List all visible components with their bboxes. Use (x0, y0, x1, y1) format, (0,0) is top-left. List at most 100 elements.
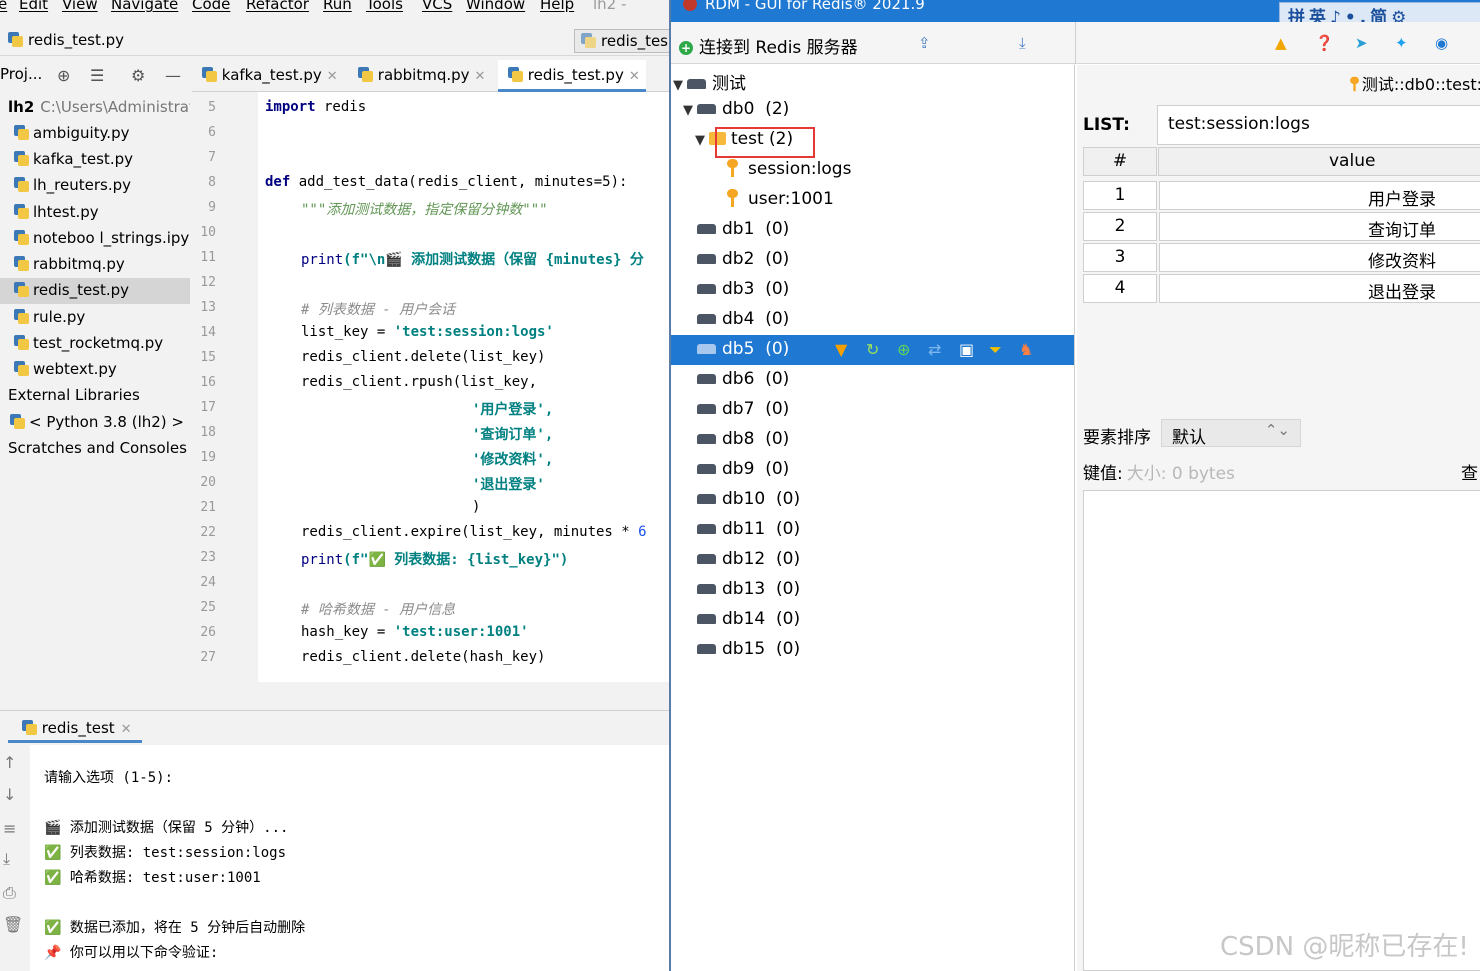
close-icon[interactable]: ✕ (475, 69, 486, 84)
db-node-db0[interactable]: ▼ db0 (2) (671, 95, 1074, 125)
sort-select[interactable]: 默认 ⌃⌄ (1161, 419, 1301, 448)
add-key-icon[interactable]: ⊕ (897, 340, 910, 359)
panel-divider[interactable] (0, 697, 669, 711)
tree-file[interactable]: test_rocketmq.py (0, 331, 190, 357)
db-node-db1[interactable]: db1 (0) (671, 215, 1074, 245)
telegram-icon[interactable]: ➤ (1355, 34, 1368, 52)
menu-navigate[interactable]: Navigate (111, 0, 178, 13)
hide-icon[interactable]: — (165, 66, 181, 85)
tree-file[interactable]: rule.py (0, 305, 190, 331)
menu-tools[interactable]: Tools (366, 0, 403, 13)
locate-icon[interactable]: ⊕ (57, 66, 70, 85)
tree-file[interactable]: ambiguity.py (0, 121, 190, 147)
menu-code[interactable]: Code (192, 0, 230, 13)
gear-icon[interactable]: ⚙ (131, 66, 145, 85)
key-tab[interactable]: 测试::db0::test: (1349, 71, 1480, 95)
db-node-db3[interactable]: db3 (0) (671, 275, 1074, 305)
key-name-field[interactable]: test:session:logs (1157, 105, 1480, 145)
column-header-index[interactable]: # (1083, 147, 1157, 176)
scroll-to-end-icon[interactable]: ⤓ (3, 849, 10, 869)
soft-wrap-icon[interactable]: ≡ (3, 819, 16, 838)
run-tab[interactable]: redis_test ✕ (8, 711, 142, 743)
db-node-db12[interactable]: db12 (0) (671, 545, 1074, 575)
menu-run[interactable]: Run (323, 0, 352, 13)
reload-icon[interactable]: ↻ (866, 340, 879, 359)
menu-refactor[interactable]: Refactor (246, 0, 309, 13)
db-node-db15[interactable]: db15 (0) (671, 635, 1074, 665)
db-node-db2[interactable]: db2 (0) (671, 245, 1074, 275)
console-output[interactable]: 请输入选项 (1-5): 🎬 添加测试数据（保留 5 分钟）... ✅ 列表数据… (30, 745, 669, 971)
bulk-ops-icon[interactable]: ⇄ (928, 340, 941, 359)
row-value[interactable]: 用户登录 (1159, 181, 1480, 210)
db-node-db14[interactable]: db14 (0) (671, 605, 1074, 635)
close-icon[interactable]: ✕ (629, 69, 640, 84)
filter-icon[interactable]: ▼ (835, 340, 847, 359)
connection-node[interactable]: ▼ 测试 (671, 65, 1074, 95)
tree-file[interactable]: noteboo l_strings.ipyr (0, 226, 190, 252)
key-node[interactable]: user:1001 (671, 185, 1074, 215)
tree-file[interactable]: lh_reuters.py (0, 173, 190, 199)
db-node-db6[interactable]: db6 (0) (671, 365, 1074, 395)
db-node-db8[interactable]: db8 (0) (671, 425, 1074, 455)
menu-file[interactable]: e (0, 0, 7, 13)
db-node-db13[interactable]: db13 (0) (671, 575, 1074, 605)
menu-view[interactable]: View (62, 0, 98, 13)
db-node-db5[interactable]: db5 (0) ▼ ↻ ⊕ ⇄ ▣ ⏷ ♞ (671, 335, 1074, 365)
db-node-db11[interactable]: db11 (0) (671, 515, 1074, 545)
row-index[interactable]: 3 (1083, 243, 1157, 272)
db-node-db4[interactable]: db4 (0) (671, 305, 1074, 335)
row-index[interactable]: 1 (1083, 181, 1157, 210)
console-icon[interactable]: ▣ (959, 340, 974, 359)
menu-help[interactable]: Help (540, 0, 574, 13)
flush-icon[interactable]: ⏷ (989, 340, 1002, 360)
tree-file-selected[interactable]: redis_test.py (0, 278, 190, 304)
key-node[interactable]: session:logs (671, 155, 1074, 185)
menu-edit[interactable]: Edit (19, 0, 48, 13)
ime-toolbar[interactable]: 拼英♪•,简⚙ (1279, 2, 1480, 22)
expand-arrow-icon[interactable]: ▼ (695, 133, 709, 148)
column-header-value[interactable]: value (1158, 147, 1480, 176)
warning-icon[interactable]: ▲ (1275, 34, 1287, 52)
db-node-db10[interactable]: db10 (0) (671, 485, 1074, 515)
github-icon[interactable]: ◉ (1435, 34, 1448, 52)
row-value[interactable]: 退出登录 (1159, 274, 1480, 303)
tab-kafka-test[interactable]: kafka_test.py ✕ (192, 60, 344, 92)
up-arrow-icon[interactable]: ↑ (3, 753, 16, 772)
row-value[interactable]: 查询订单 (1159, 212, 1480, 241)
breadcrumb[interactable]: redis_test.py (8, 31, 124, 49)
run-config-selector[interactable]: redis_tes (574, 29, 669, 53)
db-node-db7[interactable]: db7 (0) (671, 395, 1074, 425)
row-value[interactable]: 修改资料 (1159, 243, 1480, 272)
tab-redis-test[interactable]: redis_test.py ✕ (498, 60, 646, 92)
expand-arrow-icon[interactable]: ▼ (683, 103, 697, 118)
tree-file[interactable]: kafka_test.py (0, 147, 190, 173)
print-icon[interactable]: ⎙ (3, 883, 16, 903)
import-icon[interactable]: ⇪ (918, 34, 931, 52)
scratches-and-consoles[interactable]: Scratches and Consoles (0, 436, 190, 462)
row-index[interactable]: 2 (1083, 212, 1157, 241)
view-as-label[interactable]: 查 (1461, 459, 1478, 484)
close-icon[interactable]: ✕ (121, 722, 132, 737)
python-sdk[interactable]: < Python 3.8 (lh2) > (0, 410, 190, 436)
connect-redis-button[interactable]: + 连接到 Redis 服务器 (679, 33, 858, 58)
project-view-selector[interactable]: Proj... (0, 65, 42, 83)
export-icon[interactable]: ⤓ (1019, 34, 1026, 52)
down-arrow-icon[interactable]: ↓ (3, 785, 16, 804)
value-editor[interactable] (1083, 490, 1480, 971)
expand-arrow-icon[interactable]: ▼ (673, 78, 687, 93)
tree-file[interactable]: lhtest.py (0, 200, 190, 226)
tree-file[interactable]: webtext.py (0, 357, 190, 383)
collapse-icon[interactable]: ☰ (90, 66, 104, 85)
external-libraries[interactable]: External Libraries (0, 383, 190, 409)
help-icon[interactable]: ❓ (1315, 34, 1334, 52)
trash-icon[interactable]: 🗑 (3, 915, 23, 934)
row-index[interactable]: 4 (1083, 274, 1157, 303)
twitter-icon[interactable]: ✦ (1395, 34, 1408, 52)
menu-window[interactable]: Window (466, 0, 525, 13)
project-root[interactable]: lh2 C:\Users\Administrat (8, 95, 190, 121)
menu-vcs[interactable]: VCS (422, 0, 452, 13)
db-node-db9[interactable]: db9 (0) (671, 455, 1074, 485)
code-editor[interactable]: import redis def add_test_data(redis_cli… (258, 92, 669, 682)
analysis-icon[interactable]: ♞ (1019, 340, 1033, 359)
tree-file[interactable]: rabbitmq.py (0, 252, 190, 278)
